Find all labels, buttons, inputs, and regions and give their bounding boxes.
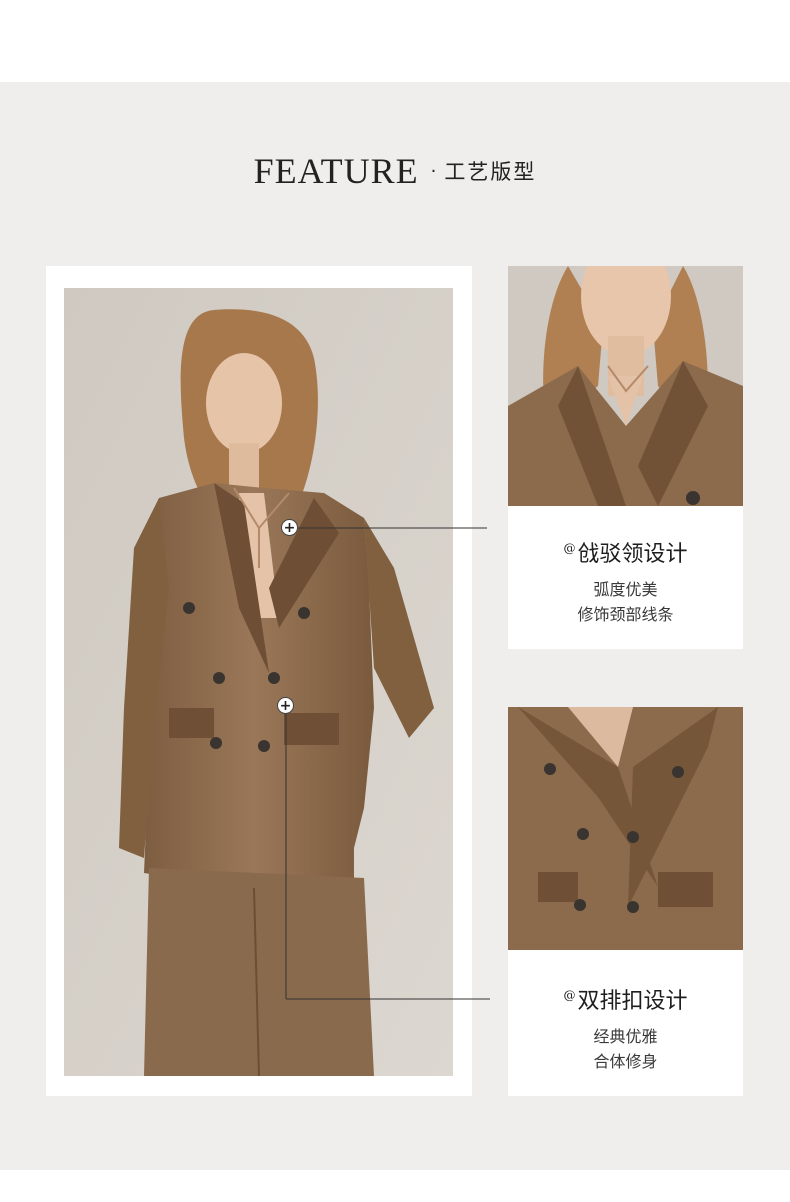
at-symbol: @ (563, 541, 576, 555)
feature-card-lapel: @戗驳领设计 弧度优美 修饰颈部线条 (508, 266, 743, 649)
feature-title: @戗驳领设计 (508, 536, 743, 568)
heading-separator: · (430, 160, 437, 182)
description-line: 弧度优美 (593, 580, 658, 599)
button-detail-photo (508, 707, 743, 950)
feature-title: @双排扣设计 (508, 983, 743, 1015)
button-hotspot-plus-icon[interactable]: + (277, 697, 294, 714)
feature-card-buttons: @双排扣设计 经典优雅 合体修身 (508, 707, 743, 1096)
feature-title-text: 双排扣设计 (577, 989, 688, 1014)
heading-chinese: 工艺版型 (444, 160, 537, 184)
feature-description: 弧度优美 修饰颈部线条 (508, 577, 743, 627)
lapel-hotspot-plus-icon[interactable]: + (281, 519, 298, 536)
lapel-detail-photo (508, 266, 743, 506)
feature-description: 经典优雅 合体修身 (508, 1024, 743, 1074)
description-line: 修饰颈部线条 (577, 605, 674, 624)
description-line: 合体修身 (593, 1052, 658, 1071)
section-heading: FEATURE · 工艺版型 (0, 150, 790, 200)
description-line: 经典优雅 (593, 1027, 658, 1046)
at-symbol: @ (563, 988, 576, 1002)
heading-english: FEATURE (253, 151, 419, 191)
main-product-photo (64, 288, 453, 1076)
feature-title-text: 戗驳领设计 (577, 542, 688, 567)
